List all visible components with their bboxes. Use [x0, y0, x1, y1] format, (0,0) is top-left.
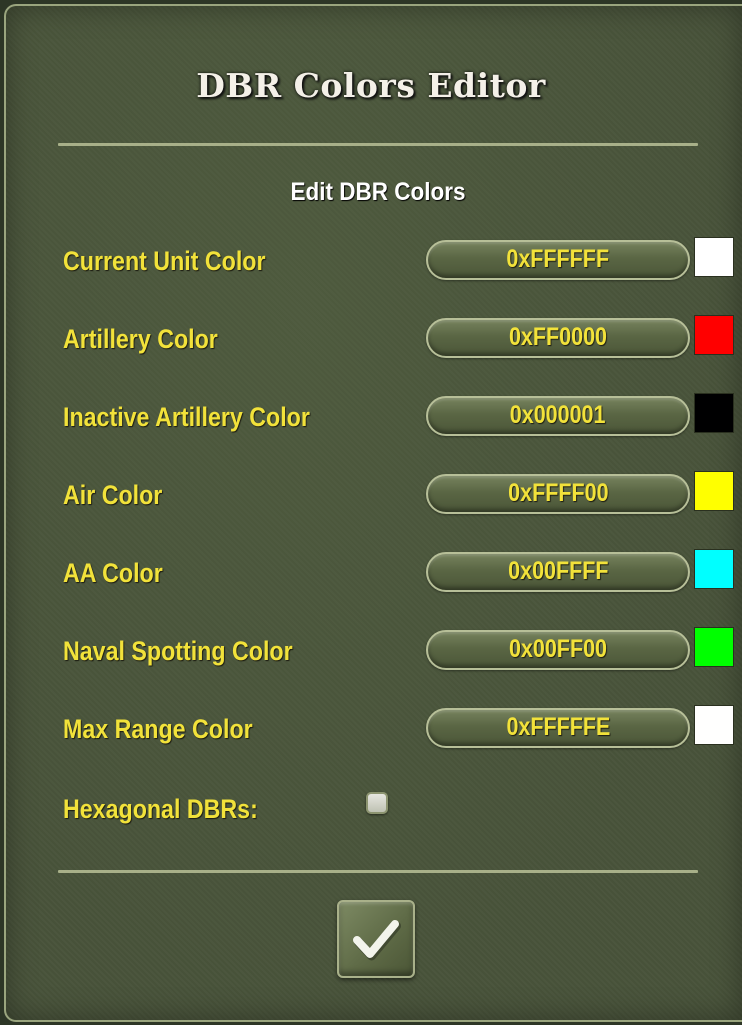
hexagonal-dbrs-row: Hexagonal DBRs: — [0, 788, 742, 828]
air-color-button[interactable]: 0xFFFF00 — [426, 474, 690, 514]
color-row-label: AA Color — [63, 558, 163, 588]
color-row-label: Artillery Color — [63, 324, 218, 354]
current-unit-color-swatch — [694, 237, 734, 277]
color-row-label: Naval Spotting Color — [63, 636, 293, 666]
max-range-color-swatch — [694, 705, 734, 745]
color-value: 0x000001 — [510, 401, 606, 429]
artillery-color-swatch — [694, 315, 734, 355]
color-row-label: Max Range Color — [63, 714, 253, 744]
air-color-swatch — [694, 471, 734, 511]
color-row-naval-spotting: Naval Spotting Color 0x00FF00 — [0, 627, 742, 674]
color-value: 0x00FFFF — [507, 557, 609, 585]
aa-color-swatch — [694, 549, 734, 589]
confirm-button[interactable] — [337, 900, 415, 978]
color-row-max-range: Max Range Color 0xFFFFFE — [0, 705, 742, 752]
color-row-artillery: Artillery Color 0xFF0000 — [0, 315, 742, 362]
bottom-divider — [58, 870, 698, 873]
color-row-inactive-artillery: Inactive Artillery Color 0x000001 — [0, 393, 742, 440]
inactive-artillery-color-button[interactable]: 0x000001 — [426, 396, 690, 436]
max-range-color-button[interactable]: 0xFFFFFE — [426, 708, 690, 748]
color-row-label: Current Unit Color — [63, 246, 266, 276]
inactive-artillery-color-swatch — [694, 393, 734, 433]
color-value: 0xFFFFFE — [506, 713, 610, 741]
dialog-title: DBR Colors Editor — [196, 66, 546, 105]
current-unit-color-button[interactable]: 0xFFFFFF — [426, 240, 690, 280]
color-value: 0xFF0000 — [508, 323, 608, 351]
color-value: 0x00FF00 — [508, 635, 608, 663]
hexagonal-dbrs-label: Hexagonal DBRs: — [63, 794, 258, 824]
color-row-air: Air Color 0xFFFF00 — [0, 471, 742, 518]
checkmark-icon — [353, 920, 401, 961]
hexagonal-dbrs-checkbox[interactable] — [366, 792, 388, 814]
color-row-current-unit: Current Unit Color 0xFFFFFF — [0, 237, 742, 284]
color-value: 0xFFFFFF — [506, 245, 610, 273]
artillery-color-button[interactable]: 0xFF0000 — [426, 318, 690, 358]
color-row-label: Inactive Artillery Color — [63, 402, 310, 432]
color-value: 0xFFFF00 — [507, 479, 609, 507]
aa-color-button[interactable]: 0x00FFFF — [426, 552, 690, 592]
color-row-aa: AA Color 0x00FFFF — [0, 549, 742, 596]
section-subtitle: Edit DBR Colors — [290, 178, 466, 206]
naval-spotting-color-button[interactable]: 0x00FF00 — [426, 630, 690, 670]
top-divider — [58, 143, 698, 146]
naval-spotting-color-swatch — [694, 627, 734, 667]
color-row-label: Air Color — [63, 480, 163, 510]
